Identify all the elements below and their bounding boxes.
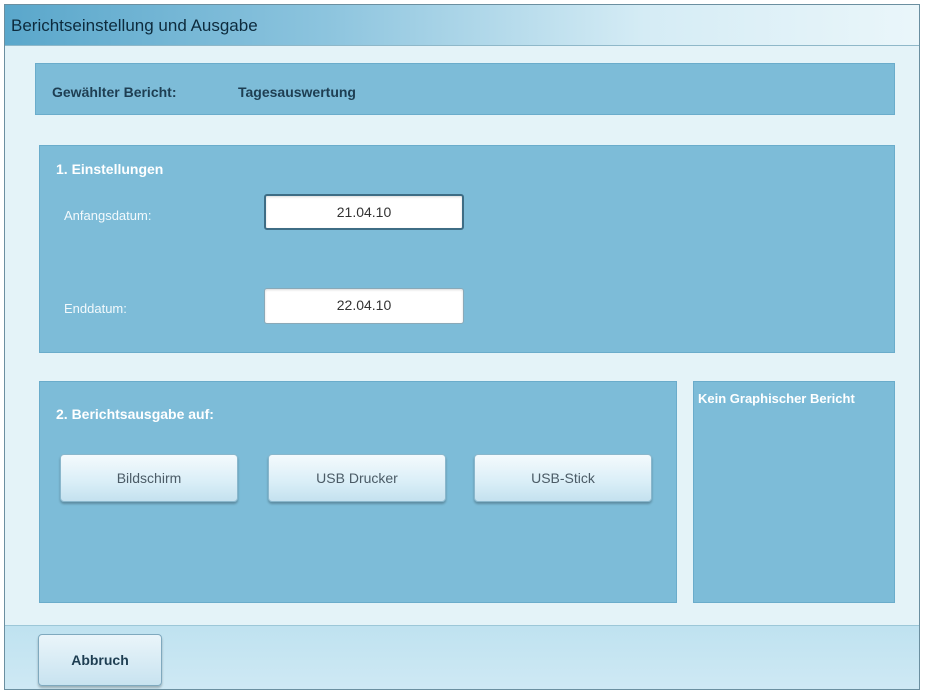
selected-report-value: Tagesauswertung — [238, 84, 356, 100]
graphic-report-panel: Kein Graphischer Bericht — [693, 381, 895, 603]
usb-printer-output-button[interactable]: USB Drucker — [268, 454, 446, 502]
start-date-field[interactable]: 21.04.10 — [264, 194, 464, 230]
selected-report-panel: Gewählter Bericht: Tagesauswertung — [35, 63, 895, 115]
no-graphic-report-text: Kein Graphischer Bericht — [698, 391, 855, 406]
window-title: Berichtseinstellung und Ausgabe — [11, 16, 258, 35]
screen-output-button[interactable]: Bildschirm — [60, 454, 238, 502]
output-heading: 2. Berichtsausgabe auf: — [56, 406, 214, 422]
output-panel: 2. Berichtsausgabe auf: Bildschirm USB D… — [39, 381, 677, 603]
usb-stick-output-button[interactable]: USB-Stick — [474, 454, 652, 502]
start-date-label: Anfangsdatum: — [64, 208, 152, 223]
report-settings-window: Berichtseinstellung und Ausgabe Gewählte… — [4, 4, 920, 690]
bottom-bar: Abbruch — [5, 625, 919, 689]
end-date-field[interactable]: 22.04.10 — [264, 288, 464, 324]
settings-panel: 1. Einstellungen Anfangsdatum: 21.04.10 … — [39, 145, 895, 353]
title-bar: Berichtseinstellung und Ausgabe — [5, 5, 919, 46]
cancel-button[interactable]: Abbruch — [38, 634, 162, 686]
settings-heading: 1. Einstellungen — [56, 161, 164, 177]
end-date-label: Enddatum: — [64, 301, 127, 316]
selected-report-label: Gewählter Bericht: — [52, 84, 177, 100]
